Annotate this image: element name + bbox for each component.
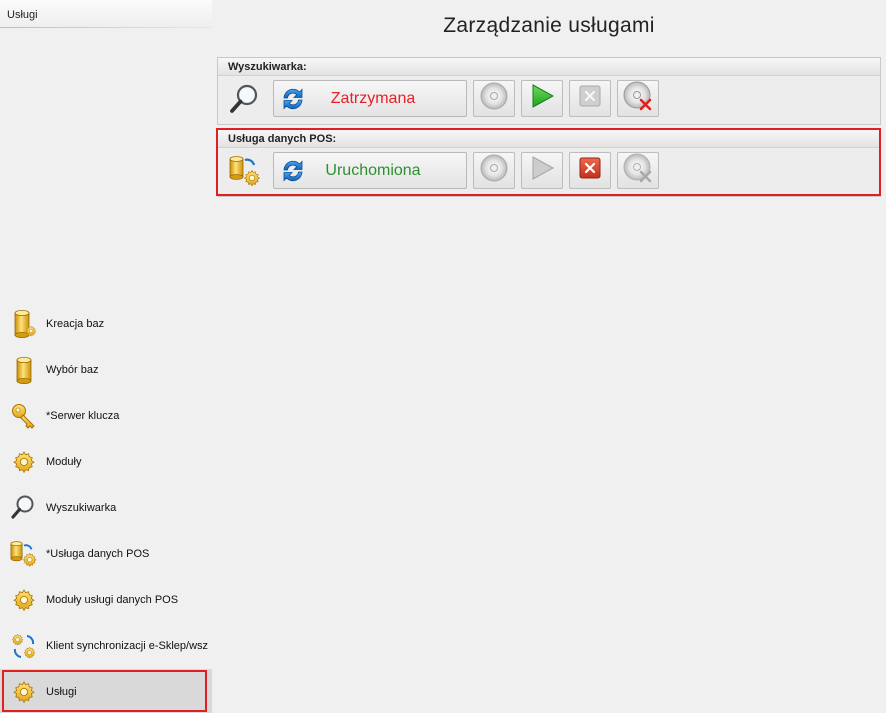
install-disc-icon <box>479 81 509 116</box>
sidebar-item-label: Kreacja baz <box>46 318 105 330</box>
sidebar-item-moduly[interactable]: Moduły <box>0 439 212 485</box>
stop-icon <box>578 156 602 185</box>
sidebar-item-label: *Usługa danych POS <box>46 548 150 560</box>
sidebar-item-label: Moduły <box>46 456 82 468</box>
sidebar-item-label: Wybór baz <box>46 364 99 376</box>
key-icon <box>10 401 38 431</box>
uninstall-service-button[interactable] <box>617 152 659 189</box>
sidebar-item-label: Wyszukiwarka <box>46 502 117 514</box>
gear-icon <box>10 677 38 707</box>
gear-icon <box>10 447 38 477</box>
install-service-button[interactable] <box>473 152 515 189</box>
sidebar-item-moduly-uslugi-danych-pos[interactable]: Moduły usługi danych POS <box>0 577 212 623</box>
stop-icon <box>578 84 602 113</box>
sidebar: Usługi Kreacja baz Wybór baz *Serwer klu… <box>0 0 212 713</box>
sidebar-item-label: Klient synchronizacji e-Sklep/wszystkie <box>46 640 208 652</box>
sidebar-item-wyszukiwarka[interactable]: Wyszukiwarka <box>0 485 212 531</box>
refresh-icon <box>278 84 308 114</box>
service-panel-wyszukiwarka: Wyszukiwarka: Zatrzymana <box>217 57 881 125</box>
stop-service-button[interactable] <box>569 152 611 189</box>
service-status-text: Zatrzymana <box>330 89 416 107</box>
install-service-button[interactable] <box>473 80 515 117</box>
service-status-button[interactable]: Zatrzymana <box>273 80 467 117</box>
sidebar-item-label: *Serwer klucza <box>46 410 120 422</box>
uninstall-disc-icon <box>622 80 654 117</box>
sidebar-item-klient-synchronizacji[interactable]: Klient synchronizacji e-Sklep/wszystkie <box>0 623 212 669</box>
start-service-button[interactable] <box>521 80 563 117</box>
sidebar-item-uslugi[interactable]: Usługi <box>0 669 212 713</box>
gear-icon <box>10 585 38 615</box>
sidebar-section-title: Usługi <box>0 0 212 28</box>
start-service-button[interactable] <box>521 152 563 189</box>
sidebar-item-label: Moduły usługi danych POS <box>46 594 179 606</box>
database-sync-gear-icon <box>10 539 38 569</box>
stop-service-button[interactable] <box>569 80 611 117</box>
magnifier-icon <box>10 493 38 523</box>
service-status-text: Uruchomiona <box>325 161 421 179</box>
sidebar-item-kreacja-baz[interactable]: Kreacja baz <box>0 301 212 347</box>
service-status-button[interactable]: Uruchomiona <box>273 152 467 189</box>
install-disc-icon <box>479 153 509 188</box>
database-sync-gear-icon <box>227 153 263 189</box>
database-icon <box>10 355 38 385</box>
uninstall-service-button[interactable] <box>617 80 659 117</box>
sidebar-item-label: Usługi <box>46 686 77 698</box>
page-title: Zarządzanie usługami <box>443 14 655 37</box>
database-gear-icon <box>10 309 38 339</box>
service-header: Wyszukiwarka: <box>218 58 880 76</box>
service-header: Usługa danych POS: <box>218 130 880 148</box>
sidebar-item-usluga-danych-pos[interactable]: *Usługa danych POS <box>0 531 212 577</box>
magnifier-icon <box>227 81 263 117</box>
sidebar-item-wybor-baz[interactable]: Wybór baz <box>0 347 212 393</box>
uninstall-disc-icon <box>622 152 654 189</box>
play-icon <box>528 154 556 187</box>
main-content: Zarządzanie usługami Wyszukiwarka: Zatrz… <box>212 0 886 713</box>
refresh-icon <box>278 156 308 186</box>
service-panel-usluga-danych-pos: Usługa danych POS: Uruchomiona <box>217 129 881 197</box>
sidebar-item-serwer-klucza[interactable]: *Serwer klucza <box>0 393 212 439</box>
play-icon <box>528 82 556 115</box>
sync-gears-icon <box>10 631 38 661</box>
